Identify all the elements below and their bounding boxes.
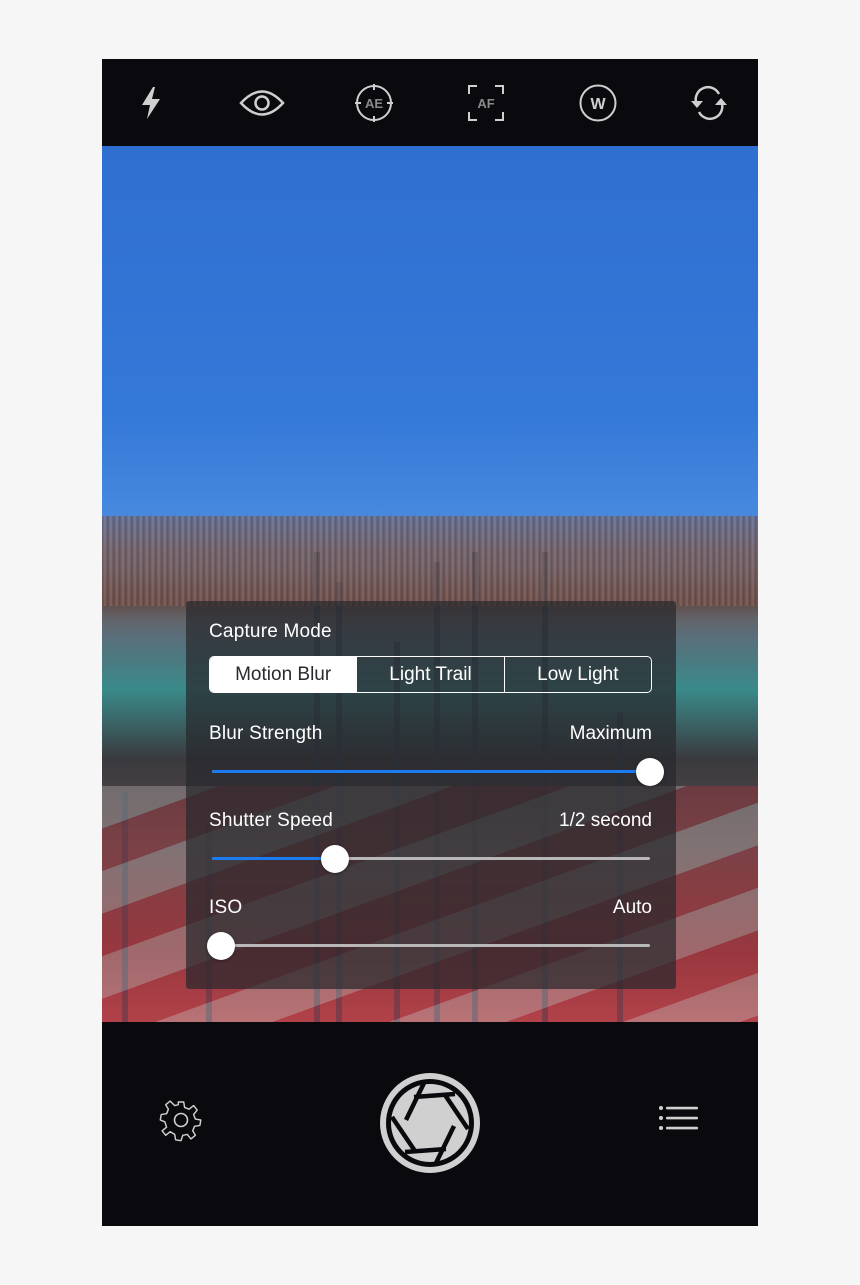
shutter-button[interactable] bbox=[377, 1070, 483, 1181]
scene-crowd bbox=[102, 516, 758, 606]
slider-thumb[interactable] bbox=[320, 845, 349, 873]
slider-thumb[interactable] bbox=[636, 758, 664, 786]
auto-focus-button[interactable]: AF bbox=[466, 83, 506, 123]
blur-strength-value: Maximum bbox=[569, 723, 652, 744]
eye-button[interactable] bbox=[238, 83, 286, 123]
ae-label: AE bbox=[365, 96, 383, 111]
eye-icon bbox=[239, 90, 285, 116]
iso-value: Auto bbox=[612, 897, 652, 918]
slider-fill bbox=[212, 857, 335, 860]
iso-label: ISO bbox=[209, 897, 243, 918]
auto-exposure-icon: AE bbox=[355, 84, 393, 122]
capture-settings-panel: Capture Mode Motion Blur Light Trail Low… bbox=[186, 601, 676, 989]
auto-focus-icon: AF bbox=[468, 85, 504, 121]
mode-light-trail[interactable]: Light Trail bbox=[356, 657, 503, 692]
list-icon bbox=[659, 1106, 698, 1130]
shutter-speed-value: 1/2 second bbox=[559, 810, 652, 831]
flash-button[interactable] bbox=[131, 83, 171, 123]
menu-button[interactable] bbox=[658, 1104, 700, 1139]
auto-exposure-button[interactable]: AE bbox=[354, 83, 394, 123]
mode-low-light[interactable]: Low Light bbox=[503, 657, 651, 692]
switch-camera-button[interactable] bbox=[689, 83, 729, 123]
camera-app: AE AF W Capture Mode Motion Blur Light T… bbox=[102, 59, 758, 1226]
camera-viewfinder[interactable]: Capture Mode Motion Blur Light Trail Low… bbox=[102, 146, 758, 1022]
shutter-speed-label: Shutter Speed bbox=[209, 810, 334, 831]
slider-thumb[interactable] bbox=[206, 932, 235, 960]
capture-mode-segmented-control: Motion Blur Light Trail Low Light bbox=[209, 656, 652, 693]
blur-strength-slider[interactable] bbox=[212, 757, 664, 787]
slider-track bbox=[212, 944, 650, 947]
bottom-toolbar bbox=[102, 1022, 758, 1226]
switch-camera-icon bbox=[691, 85, 727, 121]
settings-button[interactable] bbox=[158, 1097, 204, 1148]
mode-motion-blur[interactable]: Motion Blur bbox=[210, 657, 357, 692]
aperture-shutter-icon bbox=[380, 1073, 480, 1173]
capture-mode-label: Capture Mode bbox=[209, 621, 332, 642]
white-balance-button[interactable]: W bbox=[578, 83, 618, 123]
af-label: AF bbox=[477, 96, 494, 111]
iso-slider[interactable] bbox=[206, 931, 650, 961]
slider-fill bbox=[212, 770, 650, 773]
blur-strength-label: Blur Strength bbox=[209, 723, 323, 744]
white-balance-icon: W bbox=[579, 84, 617, 122]
shutter-speed-slider[interactable] bbox=[212, 844, 650, 874]
wb-label: W bbox=[590, 96, 606, 113]
flash-icon bbox=[142, 87, 160, 119]
top-toolbar: AE AF W bbox=[102, 59, 758, 146]
gear-icon bbox=[159, 1100, 202, 1142]
